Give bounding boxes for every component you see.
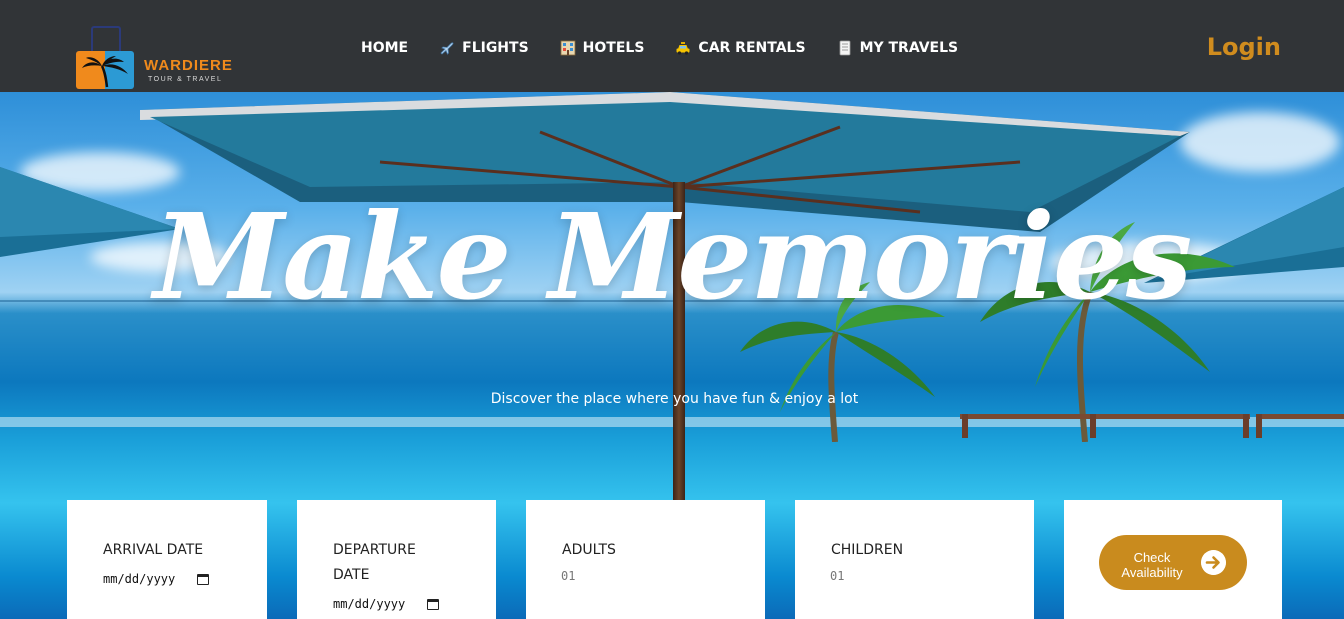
check-availability-button[interactable]: Check Availability [1099,535,1247,590]
check-availability-label: Check Availability [1121,550,1183,580]
nav-car-rentals[interactable]: CAR RENTALS [675,40,806,56]
hero-tagline: Discover the place where you have fun & … [490,391,859,407]
nav-home[interactable]: HOME [361,40,408,56]
adults-label: ADULTS [562,542,616,558]
nav-hotels[interactable]: HOTELS [560,40,645,56]
nav-hotels-label: HOTELS [582,40,645,56]
children-card: CHILDREN 01 [795,500,1034,619]
departure-date-input[interactable]: mm/dd/yyyy [333,597,440,611]
airplane-icon [440,42,454,55]
calendar-icon[interactable] [427,598,440,610]
check-availability-card: Check Availability [1064,500,1282,619]
taxi-icon [676,42,690,55]
children-input[interactable]: 01 [830,569,844,583]
nav-flights-label: FLIGHTS [462,40,529,56]
nav-my-travels[interactable]: MY TRAVELS [837,40,959,56]
calendar-icon[interactable] [197,573,210,585]
departure-date-card: DEPARTURE DATE mm/dd/yyyy [297,500,496,619]
arrival-date-input[interactable]: mm/dd/yyyy [103,572,210,586]
scroll-icon [839,40,850,56]
palm-tree-icon [82,56,128,88]
nav-flights[interactable]: FLIGHTS [439,40,529,56]
nav-my-travels-label: MY TRAVELS [859,40,959,56]
departure-date-label: DEPARTURE DATE [333,542,416,583]
arrival-date-card: ARRIVAL DATE mm/dd/yyyy [67,500,267,619]
nav-car-rentals-label: CAR RENTALS [698,40,806,56]
brand-name: WARDIERE [144,57,233,74]
arrival-date-value: mm/dd/yyyy [103,572,176,586]
hero-headline: Make Memories [153,187,1193,326]
nav-home-label: HOME [361,40,409,56]
hotel-icon [560,40,576,56]
suitcase-handle-icon [91,26,121,52]
adults-input[interactable]: 01 [561,569,575,583]
wooden-deck-railing [960,414,1344,438]
main-nav: HOME FLIGHTS HOTELS CAR RENTALS MY TRAVE… [361,40,989,56]
arrow-right-icon [1201,550,1226,575]
brand-subtitle: TOUR & TRAVEL [148,76,223,83]
cloud [1180,112,1340,172]
adults-card: ADULTS 01 [526,500,765,619]
departure-date-value: mm/dd/yyyy [333,597,406,611]
brand-logo[interactable]: WARDIERE TOUR & TRAVEL [76,24,266,90]
navbar: WARDIERE TOUR & TRAVEL HOME FLIGHTS HOTE… [0,0,1344,92]
children-label: CHILDREN [831,542,904,558]
arrival-date-label: ARRIVAL DATE [103,542,204,558]
login-link[interactable]: Login [1207,33,1281,61]
